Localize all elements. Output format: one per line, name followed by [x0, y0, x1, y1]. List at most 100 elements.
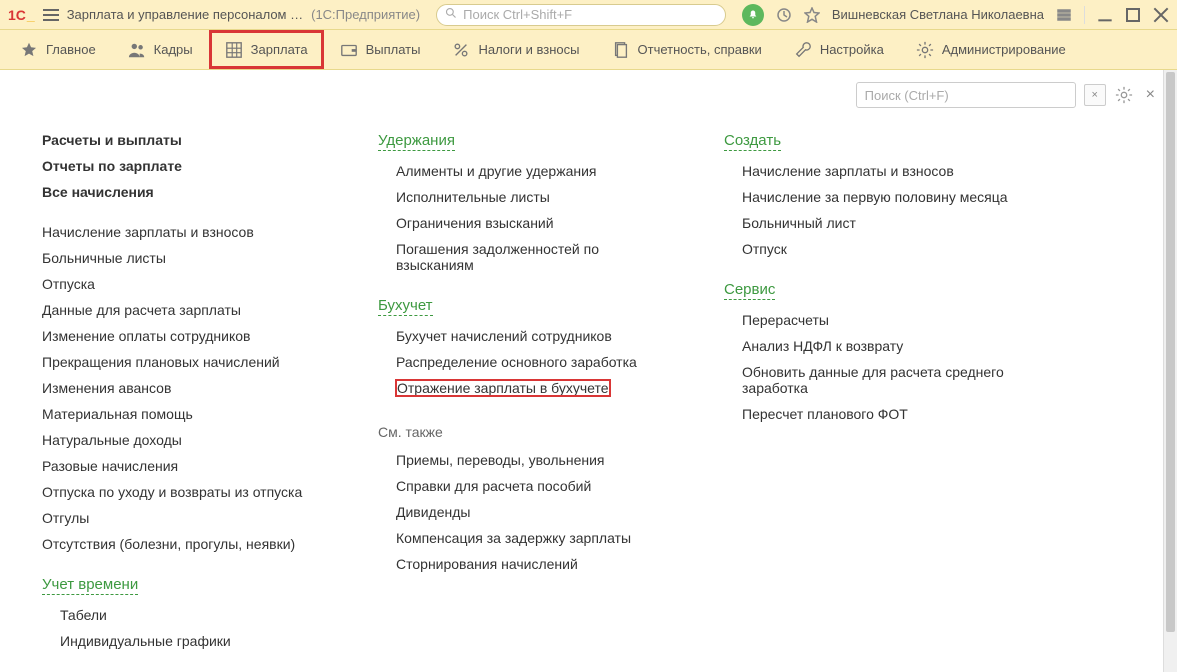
nav-link[interactable]: Обновить данные для расчета среднего зар… [742, 364, 1064, 396]
nav-link[interactable]: Сторнирования начислений [396, 556, 678, 572]
section-header-seealso: См. также [378, 424, 678, 440]
bell-icon [747, 9, 759, 21]
titlebar: 1C_ Зарплата и управление персоналом … (… [0, 0, 1177, 30]
nav-link[interactable]: Отчеты по зарплате [42, 158, 332, 174]
nav-link[interactable]: Исполнительные листы [396, 189, 678, 205]
nav-link[interactable]: Отгулы [42, 510, 332, 526]
menu-item-taxes[interactable]: Налоги и взносы [436, 30, 595, 69]
main-menubar: Главное Кадры Зарплата Выплаты Налоги и … [0, 30, 1177, 70]
menu-label: Налоги и взносы [478, 42, 579, 57]
menu-label: Настройка [820, 42, 884, 57]
close-panel-button[interactable]: × [1142, 86, 1159, 104]
minimize-button[interactable] [1097, 7, 1113, 23]
star-icon [20, 41, 38, 59]
nav-link[interactable]: Материальная помощь [42, 406, 332, 422]
menu-label: Кадры [154, 42, 193, 57]
nav-link[interactable]: Натуральные доходы [42, 432, 332, 448]
global-search-input[interactable]: Поиск Ctrl+Shift+F [436, 4, 726, 26]
nav-link[interactable]: Дивиденды [396, 504, 678, 520]
menu-item-hr[interactable]: Кадры [112, 30, 209, 69]
nav-link[interactable]: Начисление зарплаты и взносов [42, 224, 332, 240]
global-search-placeholder: Поиск Ctrl+Shift+F [463, 7, 572, 22]
nav-link[interactable]: Пересчет планового ФОТ [742, 406, 1064, 422]
user-menu-button[interactable] [1056, 7, 1072, 23]
menu-item-main[interactable]: Главное [4, 30, 112, 69]
panel-settings-button[interactable] [1114, 85, 1134, 105]
nav-link[interactable]: Табели [60, 607, 332, 623]
gear-icon [916, 41, 934, 59]
column-2: Удержания Алименты и другие удержания Ис… [378, 132, 678, 659]
nav-link[interactable]: Анализ НДФЛ к возврату [742, 338, 1064, 354]
nav-link[interactable]: Отпуск [742, 241, 1064, 257]
panel-search-input[interactable]: Поиск (Ctrl+F) [856, 82, 1076, 108]
nav-link[interactable]: Перерасчеты [742, 312, 1064, 328]
nav-link[interactable]: Данные для расчета зарплаты [42, 302, 332, 318]
nav-link[interactable]: Прекращения плановых начислений [42, 354, 332, 370]
grid-icon [225, 41, 243, 59]
menu-item-settings[interactable]: Настройка [778, 30, 900, 69]
nav-link[interactable]: Начисление зарплаты и взносов [742, 163, 1064, 179]
close-window-button[interactable] [1153, 7, 1169, 23]
nav-link[interactable]: Отсутствия (болезни, прогулы, неявки) [42, 536, 332, 552]
star-icon [804, 7, 820, 23]
favorite-button[interactable] [804, 7, 820, 23]
search-icon [445, 7, 457, 22]
menu-label: Отчетность, справки [638, 42, 762, 57]
menu-label: Зарплата [251, 42, 308, 57]
nav-link[interactable]: Распределение основного заработка [396, 354, 678, 370]
nav-link[interactable]: Приемы, переводы, увольнения [396, 452, 678, 468]
people-icon [128, 41, 146, 59]
nav-link[interactable]: Индивидуальные графики [60, 633, 332, 649]
column-1: Расчеты и выплаты Отчеты по зарплате Все… [42, 132, 332, 659]
nav-link-highlighted[interactable]: Отражение зарплаты в бухучете [396, 380, 678, 396]
nav-link[interactable]: Ограничения взысканий [396, 215, 678, 231]
nav-link[interactable]: Изменения авансов [42, 380, 332, 396]
section-header-create[interactable]: Создать [724, 132, 781, 151]
section-header-deductions[interactable]: Удержания [378, 132, 455, 151]
content-area: Поиск (Ctrl+F) × × Расчеты и выплаты Отч… [0, 70, 1177, 672]
app-logo: 1C_ [8, 7, 35, 23]
titlebar-right: Вишневская Светлана Николаевна [742, 4, 1169, 26]
nav-link[interactable]: Бухучет начислений сотрудников [396, 328, 678, 344]
separator [1084, 6, 1085, 24]
nav-link[interactable]: Компенсация за задержку зарплаты [396, 530, 678, 546]
notifications-button[interactable] [742, 4, 764, 26]
panel-search-placeholder: Поиск (Ctrl+F) [865, 88, 949, 103]
scrollbar-thumb[interactable] [1166, 72, 1175, 632]
menu-item-salary[interactable]: Зарплата [209, 30, 324, 69]
gear-icon [1115, 86, 1133, 104]
menu-item-admin[interactable]: Администрирование [900, 30, 1082, 69]
salary-panel: Поиск (Ctrl+F) × × Расчеты и выплаты Отч… [0, 70, 1177, 672]
menu-label: Выплаты [366, 42, 421, 57]
nav-link[interactable]: Отпуска по уходу и возвраты из отпуска [42, 484, 332, 500]
history-button[interactable] [776, 7, 792, 23]
menu-item-reports[interactable]: Отчетность, справки [596, 30, 778, 69]
nav-link[interactable]: Изменение оплаты сотрудников [42, 328, 332, 344]
percent-icon [452, 41, 470, 59]
menu-label: Администрирование [942, 42, 1066, 57]
panel-toolbar: Поиск (Ctrl+F) × × [856, 82, 1159, 108]
section-header-service[interactable]: Сервис [724, 281, 775, 300]
vertical-scrollbar[interactable] [1163, 70, 1177, 672]
nav-link[interactable]: Погашения задолженностей по взысканиям [396, 241, 678, 273]
section-header-accounting[interactable]: Бухучет [378, 297, 433, 316]
nav-link[interactable]: Разовые начисления [42, 458, 332, 474]
clear-search-button[interactable]: × [1084, 84, 1106, 106]
section-header-time[interactable]: Учет времени [42, 576, 138, 595]
nav-link[interactable]: Отпуска [42, 276, 332, 292]
nav-link[interactable]: Больничный лист [742, 215, 1064, 231]
wrench-icon [794, 41, 812, 59]
nav-link[interactable]: Больничные листы [42, 250, 332, 266]
docs-icon [612, 41, 630, 59]
nav-columns: Расчеты и выплаты Отчеты по зарплате Все… [42, 132, 1165, 659]
main-menu-button[interactable] [43, 9, 59, 21]
nav-link[interactable]: Справки для расчета пособий [396, 478, 678, 494]
wallet-icon [340, 41, 358, 59]
nav-link[interactable]: Алименты и другие удержания [396, 163, 678, 179]
nav-link[interactable]: Все начисления [42, 184, 332, 200]
menu-item-payments[interactable]: Выплаты [324, 30, 437, 69]
nav-link[interactable]: Начисление за первую половину месяца [742, 189, 1064, 205]
current-user[interactable]: Вишневская Светлана Николаевна [832, 7, 1044, 22]
nav-link[interactable]: Расчеты и выплаты [42, 132, 332, 148]
maximize-button[interactable] [1125, 7, 1141, 23]
